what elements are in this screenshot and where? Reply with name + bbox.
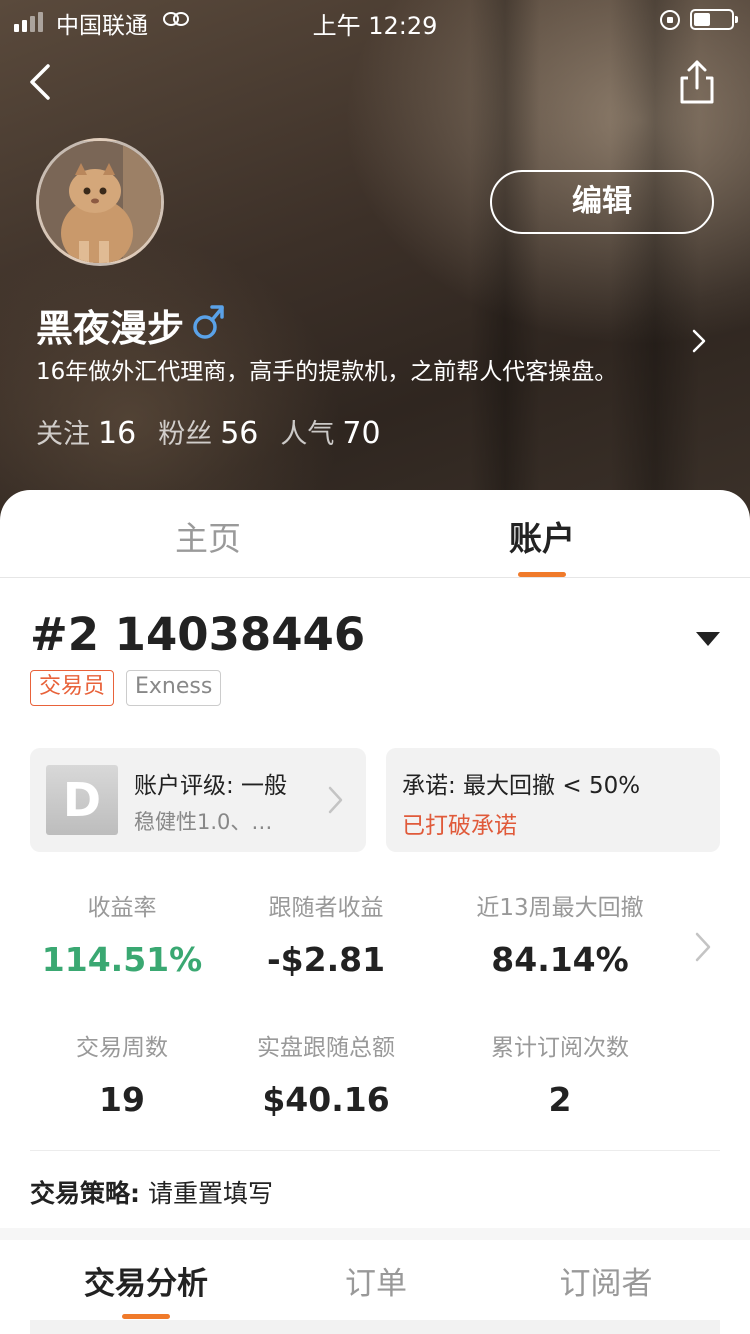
cat-avatar-image [39, 141, 161, 263]
metric-label: 交易周数 [76, 1035, 168, 1061]
stat-value-popularity: 70 [342, 416, 381, 451]
chevron-right-icon[interactable] [686, 326, 710, 356]
analysis-panel-top [30, 1320, 720, 1334]
tab-orders[interactable]: 订单 [266, 1258, 486, 1303]
promise-card[interactable]: 承诺: 最大回撤 < 50% 已打破承诺 [386, 748, 720, 852]
metric-label: 累计订阅次数 [491, 1035, 629, 1061]
metric-value: 114.51% [41, 940, 203, 979]
metric-trade-weeks: 交易周数 19 [12, 1028, 232, 1119]
background-shade [470, 0, 540, 520]
stat-value-followers[interactable]: 56 [220, 416, 258, 451]
grade-badge: D [46, 765, 118, 835]
stat-label-followers[interactable]: 粉丝 [158, 412, 212, 451]
metric-label: 实盘跟随总额 [257, 1035, 395, 1061]
stat-label-following[interactable]: 关注 [36, 412, 90, 451]
edit-profile-button[interactable]: 编辑 [490, 170, 714, 234]
active-subtab-indicator [122, 1314, 170, 1319]
section-separator [0, 1228, 750, 1240]
metric-label: 跟随者收益 [268, 895, 384, 921]
tag-broker: Exness [126, 670, 222, 706]
strategy-value: 请重置填写 [147, 1179, 273, 1208]
account-number: #2 14038446 [30, 608, 366, 661]
tab-trade-analysis[interactable]: 交易分析 [36, 1258, 256, 1303]
metric-subscription-count: 累计订阅次数 2 [450, 1028, 670, 1119]
profile-bio: 16年做外汇代理商，高手的提款机，之前帮人代客操盘。 [36, 359, 618, 385]
metric-return-rate: 收益率 114.51% [12, 888, 232, 979]
metric-value: 19 [99, 1080, 145, 1119]
status-time: 上午 12:29 [312, 12, 438, 40]
trading-strategy: 交易策略: 请重置填写 [30, 1174, 273, 1210]
metric-max-drawdown: 近13周最大回撤 84.14% [450, 888, 670, 979]
avatar[interactable] [36, 138, 164, 266]
divider [0, 577, 750, 578]
tab-account[interactable]: 账户 [442, 512, 642, 560]
share-icon[interactable] [674, 58, 720, 106]
battery-icon [690, 9, 738, 30]
rating-card[interactable]: D 账户评级: 一般 稳健性1.0、… [30, 748, 366, 852]
rating-subtitle: 稳健性1.0、… [134, 810, 273, 834]
promise-title: 承诺: 最大回撤 < 50% [402, 773, 641, 799]
status-bar: 中国联通 上午 12:29 [0, 0, 750, 40]
stat-value-following[interactable]: 16 [98, 416, 136, 451]
chevron-right-icon[interactable] [692, 930, 714, 964]
triangle-down-icon[interactable] [694, 630, 722, 648]
promise-status: 已打破承诺 [402, 813, 517, 839]
male-icon [193, 305, 224, 339]
tab-subscribers[interactable]: 订阅者 [496, 1258, 716, 1303]
stat-label-popularity: 人气 [280, 419, 335, 450]
back-arrow-icon[interactable] [22, 58, 62, 106]
divider [30, 1150, 720, 1151]
metric-value: $40.16 [262, 1080, 390, 1119]
metric-label: 近13周最大回撤 [476, 895, 644, 921]
tag-trader: 交易员 [30, 670, 115, 706]
tab-home[interactable]: 主页 [108, 512, 308, 560]
strategy-label: 交易策略: [30, 1179, 140, 1208]
rating-title: 账户评级: 一般 [134, 773, 288, 799]
profile-stats: 关注 16 粉丝 56 人气 70 [36, 412, 403, 451]
chevron-right-icon [328, 786, 343, 814]
metric-follower-profit: 跟随者收益 -$2.81 [216, 888, 436, 979]
metric-value: -$2.81 [266, 940, 386, 979]
rotation-lock-icon [660, 10, 680, 30]
metric-follow-total: 实盘跟随总额 $40.16 [216, 1028, 436, 1119]
metric-label: 收益率 [87, 895, 157, 921]
metric-value: 84.14% [491, 940, 629, 979]
metric-value: 2 [548, 1080, 572, 1119]
account-panel: 主页 账户 #2 14038446 交易员 Exness D 账户评级: 一般 … [0, 490, 750, 1334]
profile-header: 中国联通 上午 12:29 编辑 黑夜漫步 16年做外汇代理商，高手的提款机，之… [0, 0, 750, 520]
profile-name: 黑夜漫步 [36, 307, 184, 350]
